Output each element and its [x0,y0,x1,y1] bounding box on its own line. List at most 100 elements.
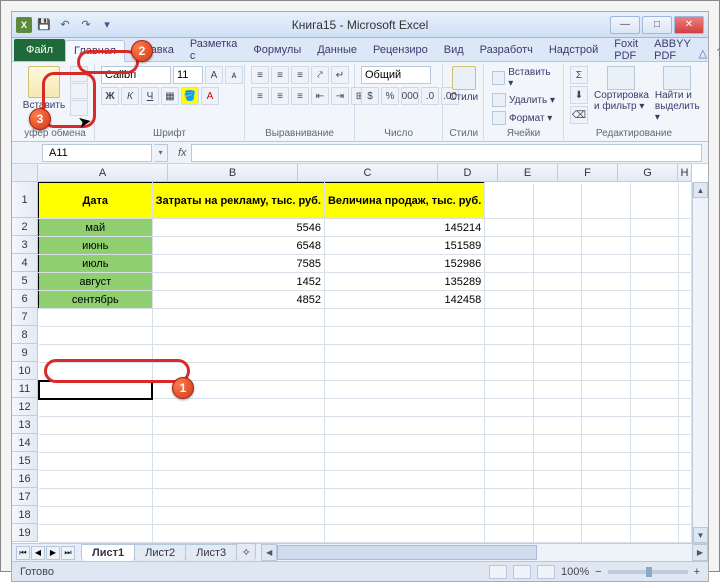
cell[interactable] [582,507,631,525]
percent-button[interactable]: % [381,87,399,105]
cell[interactable] [485,435,534,453]
cell[interactable] [39,507,153,525]
align-bottom-button[interactable]: ≡ [291,66,309,84]
cell[interactable] [152,327,324,345]
col-header-b[interactable]: B [168,164,298,182]
bold-button[interactable]: Ж [101,87,119,105]
cell[interactable] [679,183,692,219]
cell[interactable] [679,489,692,507]
cell[interactable] [630,183,679,219]
cell[interactable]: 1452 [152,273,324,291]
horizontal-scrollbar[interactable]: ◀ ▶ [261,544,708,561]
cell[interactable] [324,525,484,543]
cell[interactable]: Величина продаж, тыс. руб. [324,183,484,219]
cell[interactable] [533,489,582,507]
formula-bar[interactable] [191,144,702,162]
cell[interactable] [679,525,692,543]
cell[interactable] [679,417,692,435]
row-header[interactable]: 7 [12,308,38,326]
cell[interactable] [679,435,692,453]
cell[interactable] [533,219,582,237]
cell[interactable] [533,525,582,543]
cell[interactable]: 7585 [152,255,324,273]
cell[interactable] [485,363,534,381]
cell[interactable]: Затраты на рекламу, тыс. руб. [152,183,324,219]
autosum-button[interactable]: Σ [570,66,588,84]
col-header-e[interactable]: E [498,164,558,182]
cell[interactable] [324,507,484,525]
save-icon[interactable]: 💾 [35,16,53,34]
cell[interactable] [324,309,484,327]
col-header-a[interactable]: A [38,164,168,182]
cell[interactable] [630,309,679,327]
cell-styles-button[interactable]: Стили [449,66,478,103]
cell[interactable] [679,273,692,291]
cell[interactable]: 4852 [152,291,324,309]
cell[interactable] [533,381,582,399]
cell[interactable] [39,525,153,543]
sheet-tab-2[interactable]: Лист2 [134,544,186,561]
cell[interactable] [324,489,484,507]
cell[interactable] [533,273,582,291]
cell[interactable] [39,417,153,435]
cell[interactable] [485,183,534,219]
cell[interactable] [582,273,631,291]
hscroll-thumb[interactable] [277,545,537,560]
cell[interactable]: 151589 [324,237,484,255]
cell[interactable] [582,525,631,543]
cell[interactable] [324,381,484,399]
cell[interactable] [485,219,534,237]
cell[interactable] [630,453,679,471]
hscroll-track[interactable] [277,544,692,561]
redo-icon[interactable]: ↷ [77,16,95,34]
cell[interactable] [582,435,631,453]
copy-button[interactable] [70,83,88,99]
cell[interactable] [485,291,534,309]
cell[interactable]: сентябрь [39,291,153,309]
sort-filter-button[interactable]: Сортировка и фильтр ▾ [594,66,649,112]
scroll-up-button[interactable]: ▲ [693,182,708,198]
cell[interactable] [582,219,631,237]
cell[interactable] [485,381,534,399]
font-size-input[interactable] [173,66,203,84]
cell[interactable] [630,255,679,273]
align-middle-button[interactable]: ≡ [271,66,289,84]
qat-customize-icon[interactable]: ▾ [98,16,116,34]
cell[interactable] [630,363,679,381]
col-header-g[interactable]: G [618,164,678,182]
cell[interactable] [324,417,484,435]
col-header-d[interactable]: D [438,164,498,182]
align-left-button[interactable]: ≡ [251,87,269,105]
cell[interactable] [582,489,631,507]
row-header[interactable]: 4 [12,254,38,272]
cell[interactable] [152,489,324,507]
number-format-select[interactable] [361,66,431,84]
cell[interactable]: 145214 [324,219,484,237]
sheet-nav-prev[interactable]: ◀ [31,546,45,560]
col-header-h[interactable]: H [678,164,692,182]
cell[interactable] [582,237,631,255]
cell[interactable] [39,453,153,471]
tab-view[interactable]: Вид [436,39,472,61]
cell[interactable] [152,345,324,363]
font-name-input[interactable] [101,66,171,84]
window-minimize-button[interactable]: — [610,16,640,34]
cell[interactable] [630,219,679,237]
undo-icon[interactable]: ↶ [56,16,74,34]
cell[interactable] [39,471,153,489]
cell[interactable] [582,471,631,489]
cell[interactable] [485,399,534,417]
cell[interactable] [533,363,582,381]
window-maximize-button[interactable]: □ [642,16,672,34]
cell[interactable] [485,327,534,345]
cell[interactable] [630,273,679,291]
new-sheet-button[interactable]: ✧ [236,543,256,561]
cell[interactable] [324,363,484,381]
cell[interactable] [630,345,679,363]
cell[interactable] [582,417,631,435]
cell[interactable] [324,399,484,417]
tab-formulas[interactable]: Формулы [245,39,309,61]
cell[interactable] [533,309,582,327]
sheet-tab-3[interactable]: Лист3 [185,544,237,561]
decrease-font-button[interactable]: ᴀ [225,66,243,84]
